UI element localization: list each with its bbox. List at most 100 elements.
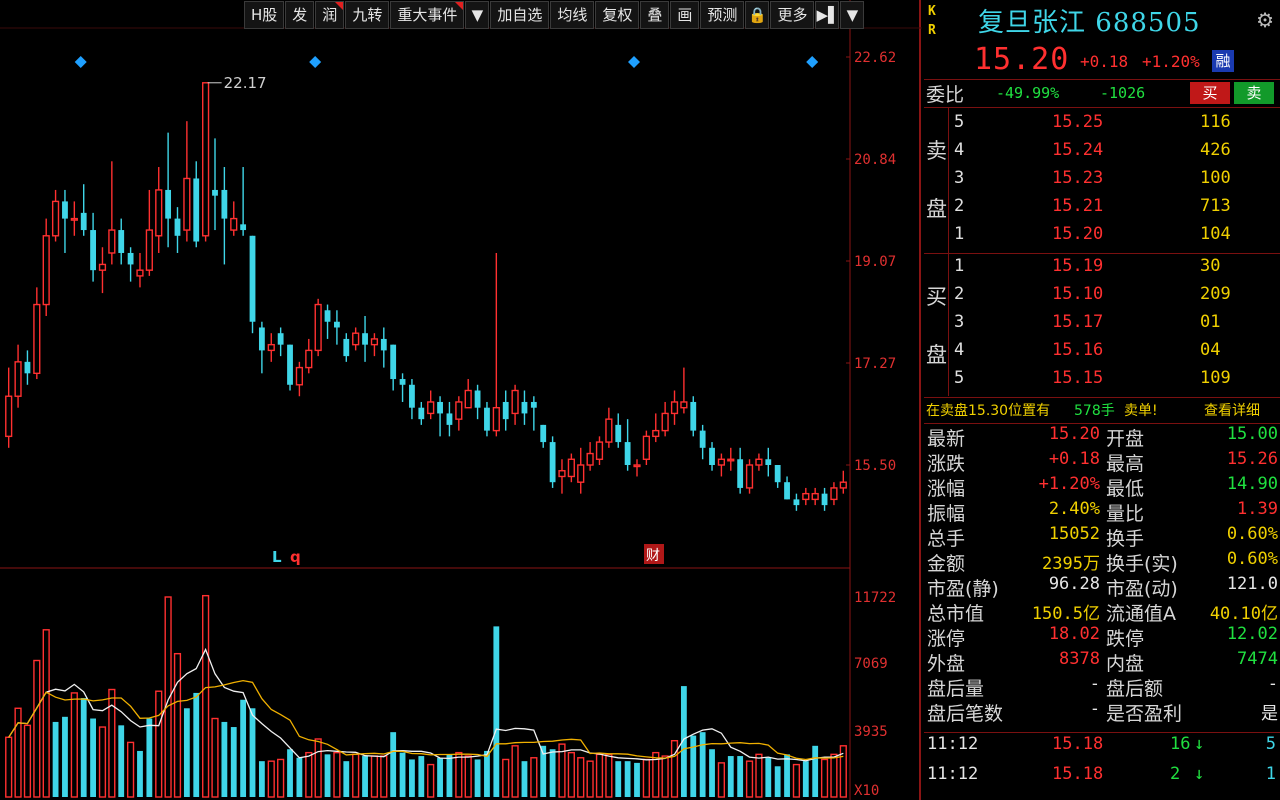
volume-bar [42, 629, 50, 798]
volume-bar [690, 735, 697, 797]
candle-body [446, 413, 453, 425]
candle-body [530, 401, 537, 408]
kline-chart[interactable]: 22.62 20.84 19.07 17.27 15.50 11722 7069 3935 X1… [0, 0, 922, 800]
candle-body [427, 401, 435, 415]
price-change-pct: +1.20% [1142, 52, 1200, 71]
price-tick-label: 20.84 [854, 152, 896, 168]
last-price: 15.20 [974, 42, 1070, 77]
volume-bar [118, 725, 125, 797]
volume-bar [709, 749, 715, 797]
volume-bar [202, 594, 210, 798]
stat-label: 是否盈利 [1106, 703, 1183, 725]
tick-volume: 2 [1170, 764, 1181, 784]
sell-level: 2 [954, 196, 965, 216]
candle-body [717, 458, 726, 466]
candle-body [615, 424, 622, 443]
tick-price: 15.18 [1052, 734, 1104, 754]
volume-bar [52, 721, 59, 797]
candle-body [745, 464, 754, 489]
overlay-button[interactable]: 叠 [640, 1, 670, 29]
volume-bar [812, 745, 819, 797]
finance-marker: 财 [646, 548, 660, 564]
candle-body [793, 499, 800, 506]
stats-row: 盘后量 - 盘后额 - [924, 674, 1280, 700]
candle-body [521, 401, 528, 414]
candle-body [540, 424, 547, 443]
kline-chart-area[interactable]: 22.62 20.84 19.07 17.27 15.50 11722 7069 3935 X1… [0, 0, 922, 800]
candle-body [474, 390, 481, 408]
hk-share-button[interactable]: H股 [244, 1, 285, 29]
candle-body [343, 338, 350, 357]
event-diamond-icon [74, 56, 87, 68]
volume-bar [549, 749, 556, 797]
tick-row: 11:12 15.18 2 ↓ 1 [924, 764, 1280, 790]
stat-label: 盘后量 [927, 678, 985, 700]
expand-panel-icon[interactable]: ▶▌ [815, 1, 840, 29]
divider [924, 397, 1280, 398]
volume-bar [23, 724, 32, 798]
events-dropdown-icon[interactable]: ▼ [465, 1, 490, 29]
buy-row[interactable]: 2 15.10 209 [924, 284, 1280, 312]
stat-value: 15.26 [1226, 449, 1278, 469]
more-button[interactable]: 更多 [770, 1, 815, 29]
tick-time: 11:12 [927, 764, 979, 784]
volume-tick-label: 3935 [854, 724, 888, 740]
candle-body [567, 458, 575, 478]
adjust-button[interactable]: 复权 [595, 1, 640, 29]
sell-row[interactable]: 5 15.25 116 [924, 112, 1280, 140]
sell-row[interactable]: 2 15.21 713 [924, 196, 1280, 224]
volume-bar [455, 751, 463, 798]
volume-bar [324, 754, 331, 797]
sell-row[interactable]: 4 15.24 426 [924, 140, 1280, 168]
forecast-button[interactable]: 预测 [700, 1, 745, 29]
add-watchlist-button[interactable]: 加自选 [490, 1, 550, 29]
kr-badge[interactable]: KR [928, 2, 936, 40]
lock-icon[interactable]: 🔒 [745, 1, 770, 29]
candle-body [680, 401, 688, 409]
sell-row[interactable]: 1 15.20 104 [924, 224, 1280, 252]
buy-row[interactable]: 5 15.15 109 [924, 368, 1280, 396]
candle-body [62, 201, 68, 219]
volume-bar [511, 745, 519, 798]
candle-body [33, 303, 41, 375]
buy-row[interactable]: 3 15.17 01 [924, 312, 1280, 340]
sell-row[interactable]: 3 15.23 100 [924, 168, 1280, 196]
sell-button[interactable]: 卖 [1234, 82, 1274, 104]
volume-bar [80, 698, 87, 797]
candle-body [118, 230, 125, 253]
major-events-button[interactable]: 重大事件 [390, 1, 465, 29]
candle-body [240, 224, 247, 231]
notice-tail: 卖单! [1124, 403, 1158, 419]
volume-bar [502, 758, 510, 798]
stats-row: 涨跌 +0.18 最高 15.26 [924, 449, 1280, 475]
stat-label: 换手(实) [1106, 553, 1178, 575]
moving-average-button[interactable]: 均线 [550, 1, 595, 29]
nine-turn-button[interactable]: 九转 [345, 1, 390, 29]
down-arrow-icon: ↓ [1194, 734, 1205, 754]
notice-text: 在卖盘15.30位置有 [926, 403, 1051, 419]
candle-body [670, 401, 679, 415]
price-tick-label: 22.62 [854, 50, 896, 66]
draw-button[interactable]: 画 [670, 1, 700, 29]
volume-bar [595, 753, 604, 798]
weibi-diff: -1026 [1100, 84, 1146, 102]
view-details-link[interactable]: 查看详细 [1204, 400, 1260, 420]
volume-bar [249, 708, 256, 797]
sell-price: 15.25 [1052, 112, 1104, 132]
buy-row[interactable]: 1 15.19 30 [924, 256, 1280, 284]
margin-badge[interactable]: 融 [1212, 50, 1234, 72]
fa-button[interactable]: 发 [285, 1, 315, 29]
volume-bar [661, 755, 669, 798]
candle-body [737, 459, 744, 488]
candle-body [484, 407, 490, 431]
stat-value: 8378 [1059, 649, 1100, 669]
volume-bar [765, 757, 772, 797]
run-button[interactable]: 润 [315, 1, 345, 29]
toolbar-dropdown-icon[interactable]: ▼ [840, 1, 865, 29]
stat-value: 0.60% [1226, 524, 1278, 544]
volume-bar [33, 659, 41, 798]
buy-level: 4 [954, 340, 965, 360]
buy-row[interactable]: 4 15.16 04 [924, 340, 1280, 368]
buy-button[interactable]: 买 [1190, 82, 1230, 104]
gear-icon[interactable]: ⚙ [1256, 8, 1274, 32]
